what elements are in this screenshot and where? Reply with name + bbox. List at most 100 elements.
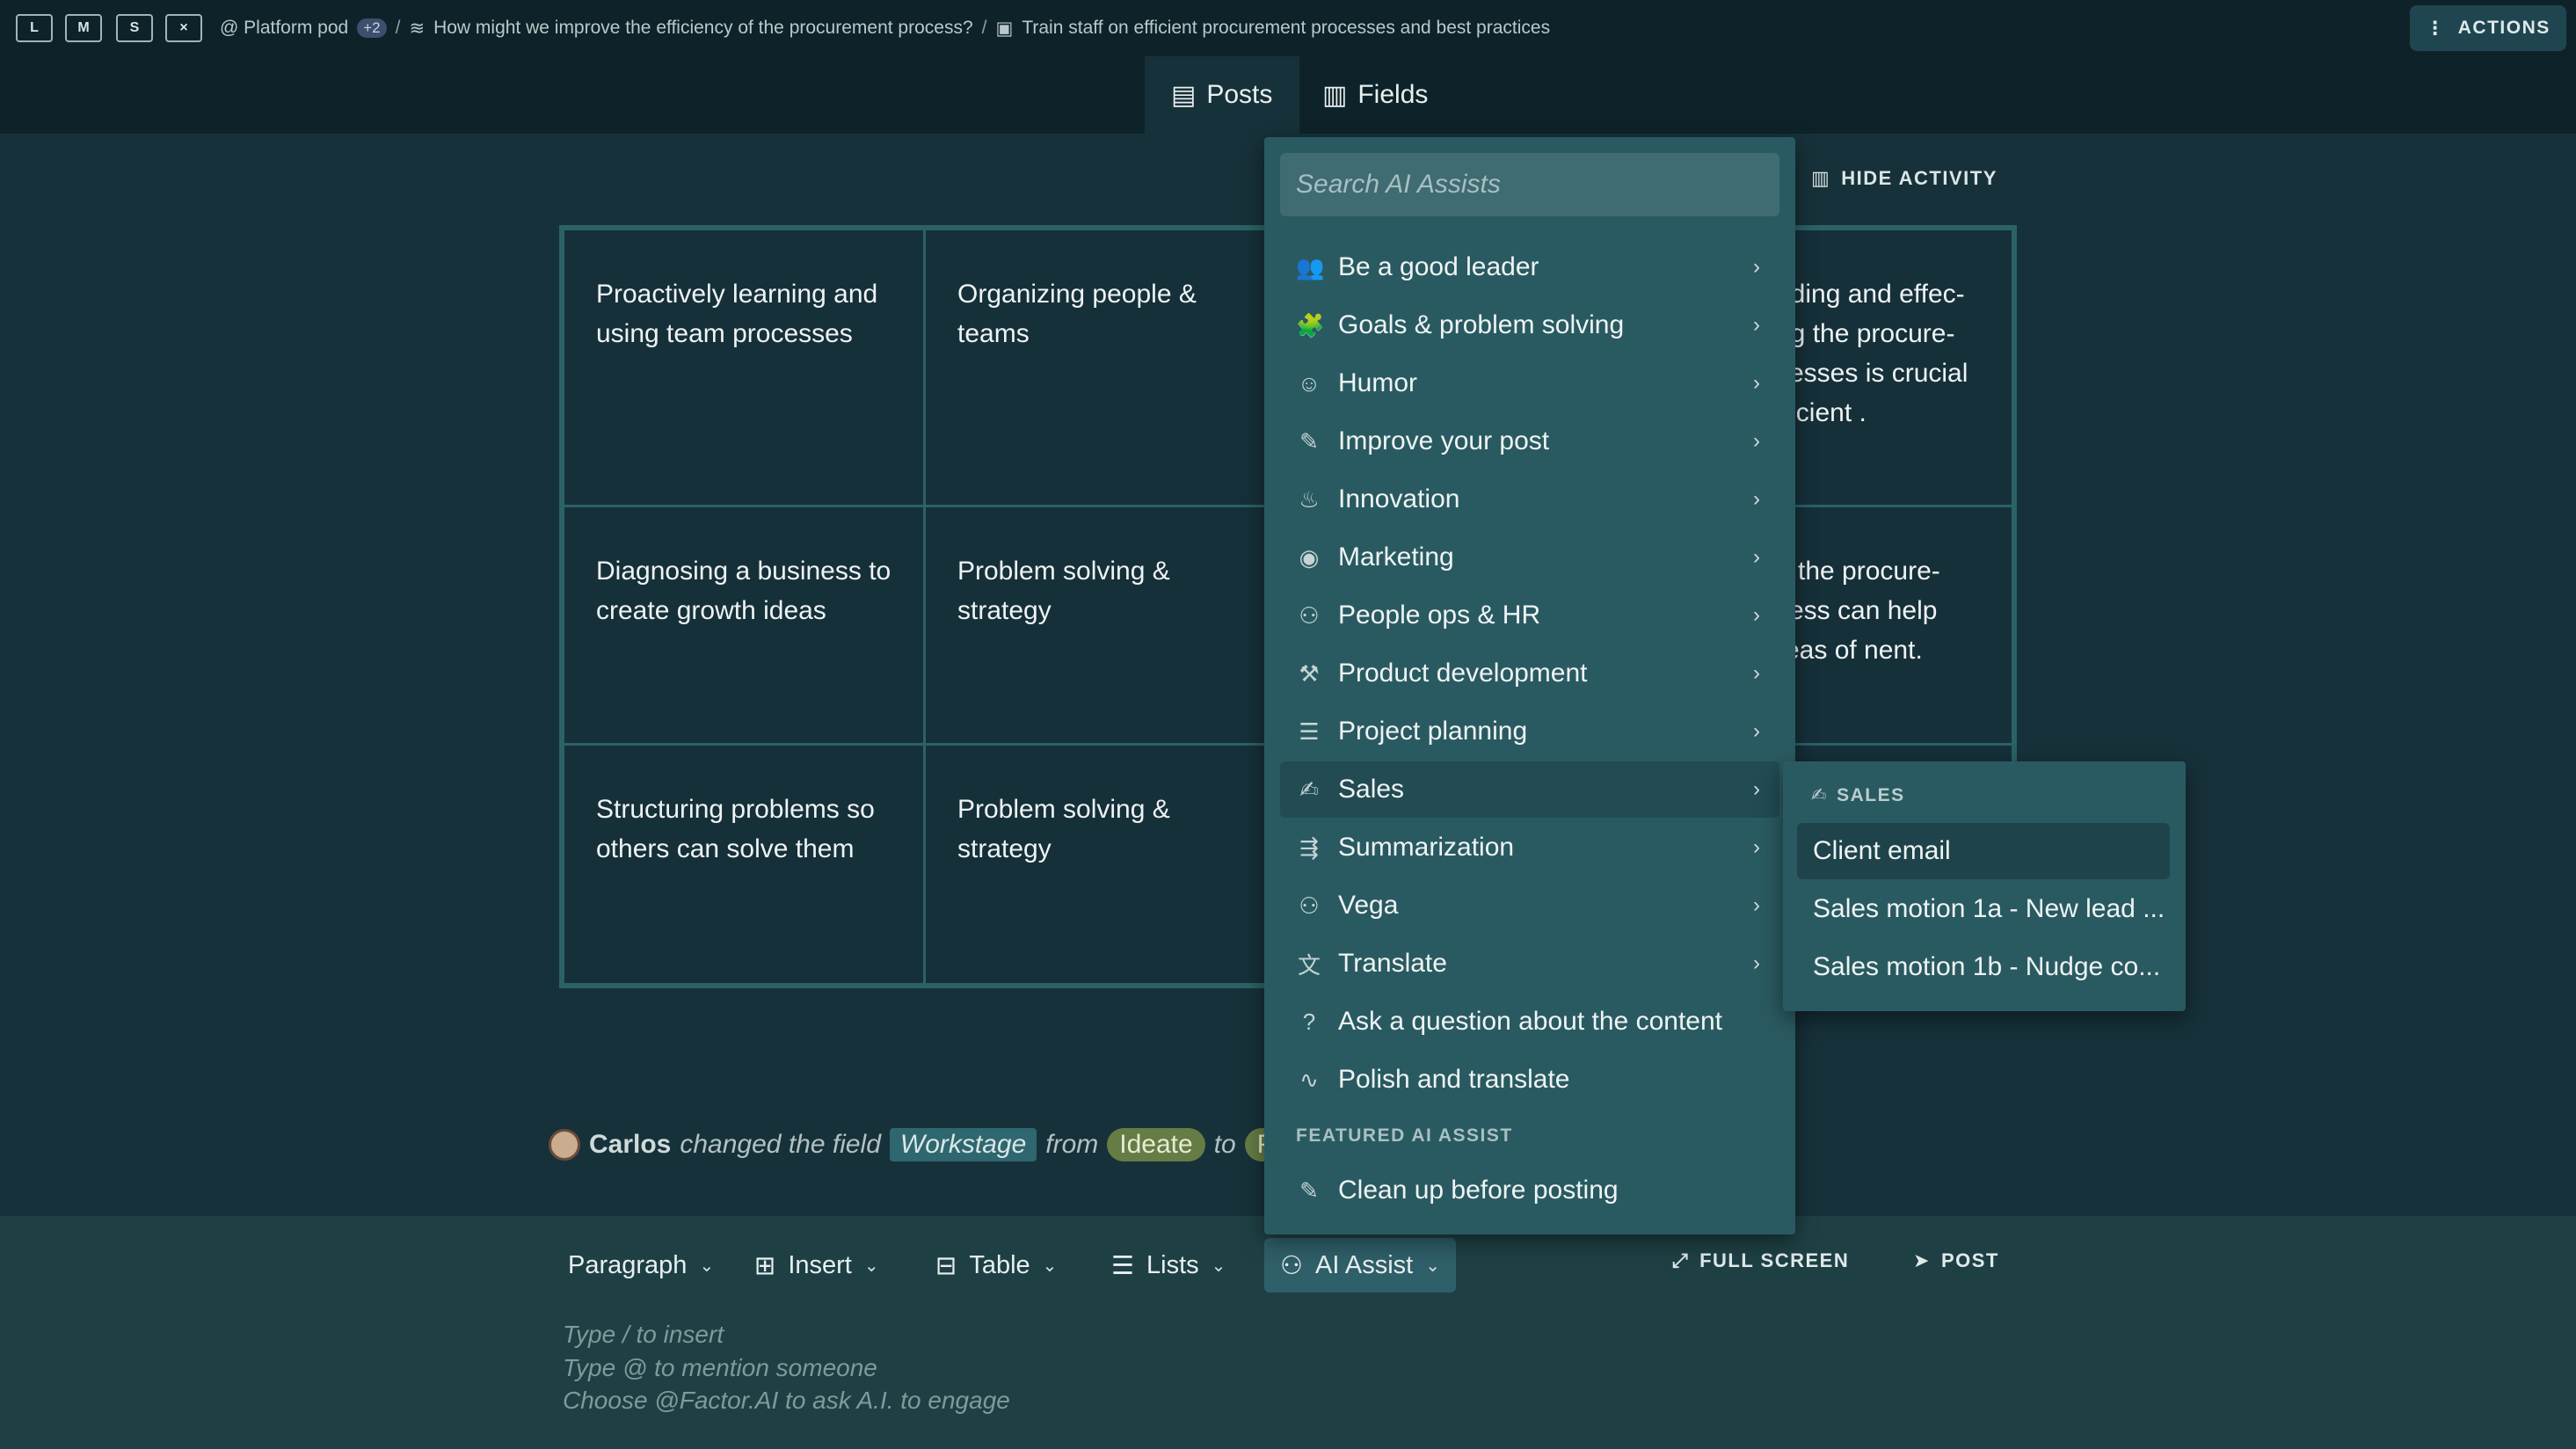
menu-item-improve-your-post[interactable]: ✎ Improve your post › [1280, 413, 1779, 470]
activity-field-badge: Workstage [889, 1128, 1037, 1161]
menu-item-label: Project planning [1338, 717, 1528, 746]
breadcrumb: @ Platform pod +2 / ≋ How might we impro… [220, 15, 1550, 41]
table-label: Table [969, 1250, 1030, 1279]
list-arrow-icon: ⇶ [1299, 834, 1319, 861]
puzzle-icon: 🧩 [1296, 311, 1325, 339]
editor-placeholder: Type @ to mention someone [563, 1354, 877, 1381]
table-cell[interactable]: Proactively learning and using team proc… [562, 228, 926, 507]
avatar [549, 1129, 580, 1161]
people-icon: 👥 [1296, 253, 1325, 280]
submenu-item-label: Sales motion 1b - Nudge co... [1813, 952, 2161, 981]
layout-medium-button[interactable]: M [65, 14, 102, 42]
chevron-right-icon: › [1753, 777, 1760, 801]
menu-item-product-development[interactable]: ⚒ Product development › [1280, 645, 1779, 702]
chevron-down-icon: ⌄ [1042, 1256, 1058, 1276]
ai-assist-label: AI Assist [1315, 1250, 1414, 1279]
menu-item-label: Ask a question about the content [1338, 1007, 1722, 1036]
submenu-item-label: Sales motion 1a - New lead ... [1813, 894, 2165, 923]
menu-item-ask-a-question-about-the-content[interactable]: ? Ask a question about the content [1280, 994, 1779, 1050]
breadcrumb-post[interactable]: Train staff on efficient procurement pro… [1022, 18, 1550, 39]
robot-icon: ⚇ [1280, 1251, 1303, 1280]
table-cell[interactable]: Problem solving & strategy [923, 743, 1287, 986]
hide-activity-label: HIDE ACTIVITY [1841, 167, 1997, 189]
close-layout-button[interactable]: × [165, 14, 202, 42]
breadcrumb-workspace[interactable]: @ Platform pod [220, 18, 348, 39]
layout-small-button[interactable]: S [116, 14, 153, 42]
ai-assist-dropdown[interactable]: ⚇ AI Assist ⌄ [1264, 1238, 1456, 1292]
activity-user[interactable]: Carlos [589, 1130, 671, 1160]
chevron-right-icon: › [1753, 313, 1760, 337]
menu-item-sales[interactable]: ✍ Sales › [1280, 761, 1779, 818]
tab-posts[interactable]: ▤ Posts [1145, 56, 1299, 134]
menu-item-people-ops-hr[interactable]: ⚇ People ops & HR › [1280, 587, 1779, 644]
menu-item-summarization[interactable]: ⇶ Summarization › [1280, 819, 1779, 876]
actions-label: ACTIONS [2457, 18, 2551, 38]
featured-heading: FEATURED AI ASSIST [1296, 1125, 1513, 1146]
menu-item-label: Innovation [1338, 484, 1460, 513]
menu-item-humor[interactable]: ☺ Humor › [1280, 355, 1779, 411]
breadcrumb-question[interactable]: How might we improve the efficiency of t… [433, 18, 973, 39]
table-cell[interactable]: Organizing people & teams [923, 228, 1287, 507]
tab-label: Fields [1357, 80, 1429, 109]
menu-item-label: Vega [1338, 891, 1399, 920]
activity-to: to [1213, 1130, 1236, 1159]
chevron-right-icon: › [1753, 951, 1760, 975]
tools-icon: ⚒ [1299, 659, 1320, 687]
insert-dropdown[interactable]: ⊞ Insert ⌄ [754, 1238, 879, 1292]
submenu-item-sales-motion-1a[interactable]: Sales motion 1a - New lead ... [1797, 881, 2170, 937]
image-plus-icon: ⊞ [754, 1251, 776, 1280]
layout-label: S [129, 20, 140, 35]
post-icon: ▣ [995, 18, 1014, 39]
submenu-item-client-email[interactable]: Client email [1797, 823, 2170, 879]
menu-item-project-planning[interactable]: ☰ Project planning › [1280, 703, 1779, 760]
broadcast-icon: ◉ [1299, 543, 1320, 571]
close-icon: × [179, 20, 188, 35]
menu-item-clean-up-before-posting[interactable]: ✎ Clean up before posting [1280, 1162, 1779, 1219]
actions-button[interactable]: ⋮ ACTIONS [2410, 5, 2566, 51]
menu-item-innovation[interactable]: ♨ Innovation › [1280, 471, 1779, 528]
table-cell[interactable]: g the procure-cess can help reas of nent… [1766, 505, 2014, 746]
cell-text: Problem solving & strategy [957, 557, 1170, 625]
layout-label: M [77, 20, 90, 35]
layout-large-button[interactable]: L [16, 14, 53, 42]
search-ai-assists-input[interactable]: Search AI Assists [1280, 153, 1779, 216]
table-cell[interactable]: Structuring problems so others can solve… [562, 743, 926, 986]
breadcrumb-separator: / [395, 18, 401, 38]
question-icon: ? [1302, 1008, 1316, 1035]
cell-text: Diagnosing a business to create growth i… [596, 557, 891, 625]
submenu-item-sales-motion-1b[interactable]: Sales motion 1b - Nudge co... [1797, 939, 2170, 995]
menu-item-label: People ops & HR [1338, 601, 1541, 630]
menu-item-marketing[interactable]: ◉ Marketing › [1280, 529, 1779, 586]
breadcrumb-separator: / [981, 18, 987, 38]
timeline-icon: ☰ [1299, 717, 1320, 745]
editor-placeholder[interactable]: Type / to insert [563, 1321, 724, 1349]
full-screen-button[interactable]: ⤢ FULL SCREEN [1672, 1243, 1849, 1278]
table-cell[interactable]: Diagnosing a business to create growth i… [562, 505, 926, 746]
paragraph-dropdown[interactable]: Paragraph ⌄ [568, 1238, 714, 1292]
list-icon: ☰ [1111, 1251, 1134, 1280]
menu-item-vega[interactable]: ⚇ Vega › [1280, 877, 1779, 934]
menu-item-polish-and-translate[interactable]: ∿ Polish and translate [1280, 1052, 1779, 1108]
menu-item-be-a-good-leader[interactable]: 👥 Be a good leader › [1280, 239, 1779, 295]
submenu-item-label: Client email [1813, 836, 1951, 865]
tab-fields[interactable]: ▥ Fields [1322, 56, 1472, 134]
menu-item-label: Humor [1338, 368, 1418, 397]
activity-from-value: Ideate [1107, 1128, 1205, 1161]
ai-assist-menu: Search AI Assists 👥 Be a good leader › 🧩 Goa… [1264, 137, 1795, 1234]
menu-item-translate[interactable]: 文 Translate › [1280, 936, 1779, 992]
menu-item-goals-problem-solving[interactable]: 🧩 Goals & problem solving › [1280, 297, 1779, 353]
activity-verb: changed the field [680, 1130, 881, 1159]
chevron-right-icon: › [1753, 603, 1760, 627]
table-dropdown[interactable]: ⊟ Table ⌄ [935, 1238, 1057, 1292]
cell-text: g the procure-cess can help reas of nent… [1776, 557, 1940, 665]
post-button[interactable]: ➤ POST [1913, 1243, 1999, 1278]
table-cell[interactable]: Problem solving & strategy [923, 505, 1287, 746]
smiley-icon: ☺ [1297, 369, 1321, 397]
translate-icon: 文 [1297, 951, 1321, 979]
feather-icon: ✎ [1299, 1176, 1319, 1204]
table-cell[interactable]: nding and effec-ng the procure-cesses is… [1766, 228, 2014, 507]
lists-dropdown[interactable]: ☰ Lists ⌄ [1111, 1238, 1226, 1292]
hide-activity-button[interactable]: ▥ HIDE ACTIVITY [1811, 164, 1997, 193]
cell-text: Organizing people & teams [957, 280, 1197, 348]
menu-item-label: Sales [1338, 775, 1405, 804]
